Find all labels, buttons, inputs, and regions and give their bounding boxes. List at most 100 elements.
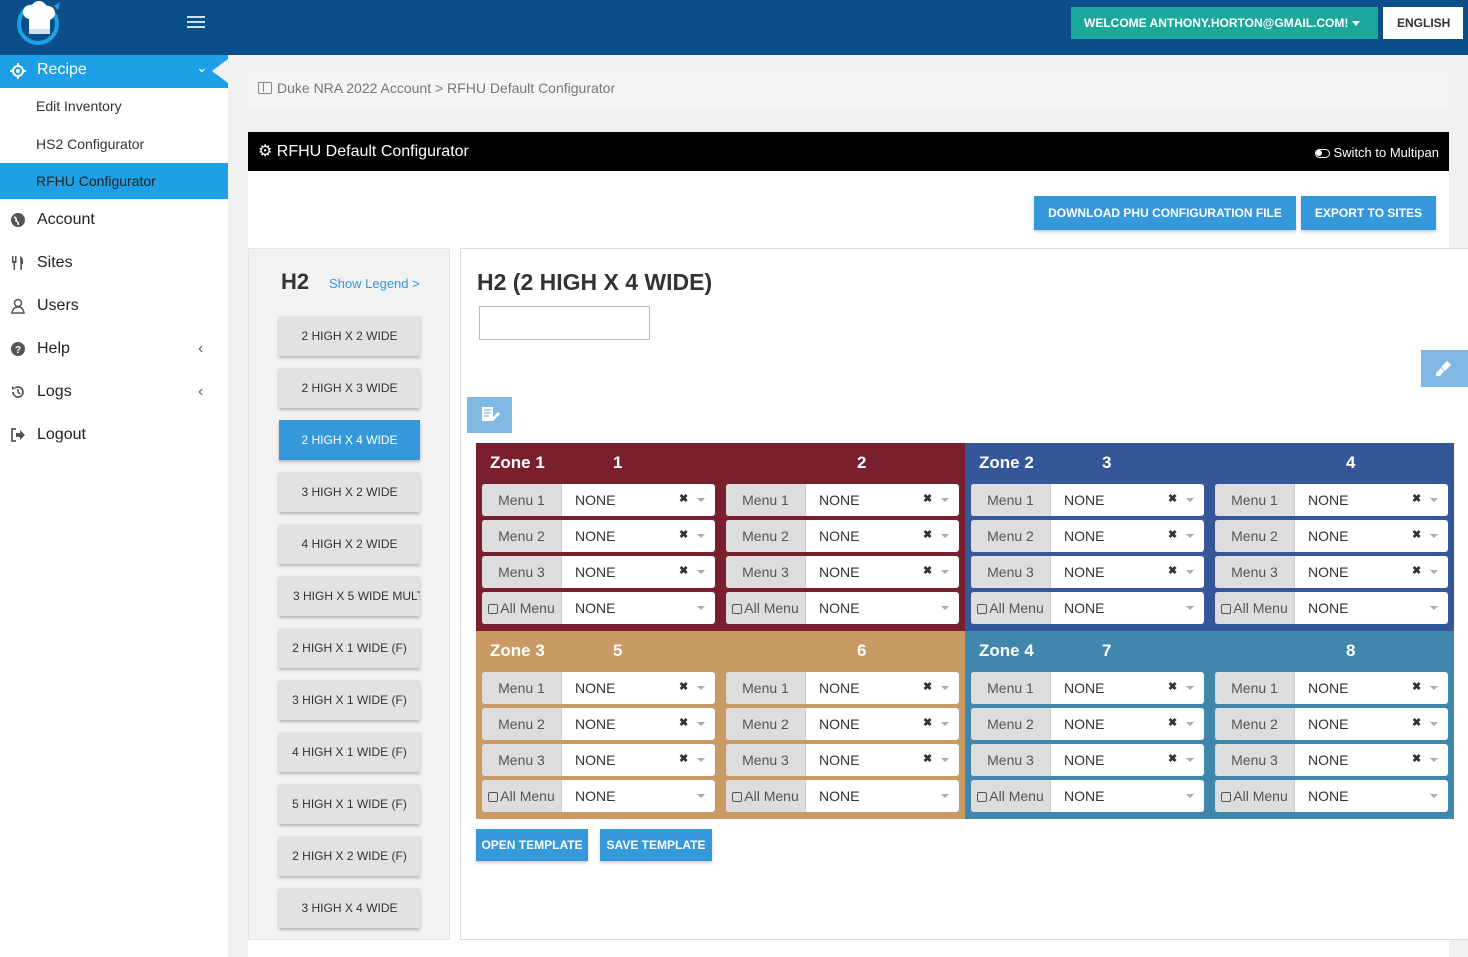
layout-button[interactable]: 3 HIGH X 2 WIDE [279,472,420,512]
layout-button[interactable]: 3 HIGH X 5 WIDE MULTI [279,576,420,616]
clear-selection-icon[interactable]: ✖ [923,680,935,694]
download-phu-config-button[interactable]: DOWNLOAD PHU CONFIGURATION FILE [1034,196,1296,230]
clear-selection-icon[interactable]: ✖ [1412,528,1424,542]
clear-selection-icon[interactable]: ✖ [1168,564,1180,578]
dropdown-arrow-icon[interactable] [697,686,705,690]
menu-select-value[interactable]: NONE [575,484,615,516]
menu-select-value[interactable]: NONE [575,556,615,588]
menu-select-value[interactable]: NONE [1308,672,1348,704]
clear-selection-icon[interactable]: ✖ [1412,752,1424,766]
menu-select-value[interactable]: NONE [575,672,615,704]
dropdown-arrow-icon[interactable] [697,606,705,610]
dropdown-arrow-icon[interactable] [1430,758,1438,762]
checkbox-icon[interactable] [488,604,499,614]
layout-button[interactable]: 3 HIGH X 4 WIDE [279,888,420,928]
clear-selection-icon[interactable]: ✖ [1168,752,1180,766]
clear-selection-icon[interactable]: ✖ [679,680,691,694]
menu-select-value[interactable]: NONE [1064,592,1104,624]
sidebar-item-account[interactable]: Account [0,200,228,240]
clear-selection-icon[interactable]: ✖ [1412,492,1424,506]
menu-select-value[interactable]: NONE [1064,520,1104,552]
layout-button[interactable]: 2 HIGH X 3 WIDE [279,368,420,408]
menu-select-value[interactable]: NONE [819,592,859,624]
dropdown-arrow-icon[interactable] [1186,498,1194,502]
clear-selection-icon[interactable]: ✖ [1412,564,1424,578]
chef-hat-logo[interactable] [12,0,68,50]
all-menu-checkbox-label[interactable]: All Menu [482,780,562,812]
menu-select-value[interactable]: NONE [575,780,615,812]
menu-select-value[interactable]: NONE [819,520,859,552]
menu-select-value[interactable]: NONE [819,780,859,812]
open-template-button[interactable]: OPEN TEMPLATE [476,829,588,861]
clear-selection-icon[interactable]: ✖ [923,528,935,542]
sidebar-item-recipe[interactable]: Recipe ⌄ [0,55,228,88]
all-menu-checkbox-label[interactable]: All Menu [726,592,806,624]
clear-selection-icon[interactable]: ✖ [923,752,935,766]
sidebar-subitem-edit-inventory[interactable]: Edit Inventory [0,88,228,124]
clear-selection-icon[interactable]: ✖ [1168,680,1180,694]
clear-selection-icon[interactable]: ✖ [679,716,691,730]
menu-select-value[interactable]: NONE [819,672,859,704]
user-welcome-dropdown[interactable]: WELCOME ANTHONY.HORTON@GMAIL.COM! [1071,7,1378,39]
edit-notes-button[interactable] [467,397,512,433]
checkbox-icon[interactable] [977,792,988,802]
layout-button[interactable]: 3 HIGH X 1 WIDE (F) [279,680,420,720]
checkbox-icon[interactable] [1221,604,1232,614]
all-menu-checkbox-label[interactable]: All Menu [1215,592,1295,624]
dropdown-arrow-icon[interactable] [1430,794,1438,798]
menu-select-value[interactable]: NONE [1308,556,1348,588]
dropdown-arrow-icon[interactable] [1430,686,1438,690]
dropdown-arrow-icon[interactable] [1186,722,1194,726]
switch-to-multipan-toggle[interactable]: Switch to Multipan [1314,132,1439,174]
clear-selection-icon[interactable]: ✖ [679,752,691,766]
dropdown-arrow-icon[interactable] [1430,534,1438,538]
sidebar-item-users[interactable]: Users [0,286,228,326]
clear-selection-icon[interactable]: ✖ [679,564,691,578]
menu-select-value[interactable]: NONE [1064,780,1104,812]
dropdown-arrow-icon[interactable] [1186,534,1194,538]
dropdown-arrow-icon[interactable] [1186,606,1194,610]
menu-select-value[interactable]: NONE [1308,592,1348,624]
all-menu-checkbox-label[interactable]: All Menu [971,780,1051,812]
dropdown-arrow-icon[interactable] [941,758,949,762]
dropdown-arrow-icon[interactable] [1186,686,1194,690]
clear-selection-icon[interactable]: ✖ [679,492,691,506]
menu-select-value[interactable]: NONE [1064,708,1104,740]
clear-selection-icon[interactable]: ✖ [1412,680,1424,694]
layout-button[interactable]: 2 HIGH X 2 WIDE (F) [279,836,420,876]
dropdown-arrow-icon[interactable] [697,570,705,574]
menu-select-value[interactable]: NONE [1308,708,1348,740]
clear-selection-icon[interactable]: ✖ [923,564,935,578]
dropdown-arrow-icon[interactable] [941,570,949,574]
dropdown-arrow-icon[interactable] [941,606,949,610]
save-template-button[interactable]: SAVE TEMPLATE [600,829,712,861]
clear-selection-icon[interactable]: ✖ [679,528,691,542]
sidebar-item-logs[interactable]: Logs ‹ [0,372,228,412]
dropdown-arrow-icon[interactable] [697,758,705,762]
menu-select-value[interactable]: NONE [1308,484,1348,516]
layout-button[interactable]: 2 HIGH X 1 WIDE (F) [279,628,420,668]
menu-select-value[interactable]: NONE [1308,744,1348,776]
dropdown-arrow-icon[interactable] [941,534,949,538]
clear-selection-icon[interactable]: ✖ [1168,492,1180,506]
dropdown-arrow-icon[interactable] [1186,570,1194,574]
clear-selection-icon[interactable]: ✖ [1168,716,1180,730]
sidebar-subitem-rfhu-configurator[interactable]: RFHU Configurator [0,163,228,199]
sidebar-item-sites[interactable]: Sites [0,243,228,283]
sidebar-item-help[interactable]: ? Help ‹ [0,329,228,369]
export-to-sites-button[interactable]: EXPORT TO SITES [1301,196,1436,230]
menu-select-value[interactable]: NONE [1064,484,1104,516]
breadcrumb-text[interactable]: Duke NRA 2022 Account > RFHU Default Con… [277,80,615,96]
menu-select-value[interactable]: NONE [575,592,615,624]
configuration-name-input[interactable] [479,306,650,340]
dropdown-arrow-icon[interactable] [941,498,949,502]
all-menu-checkbox-label[interactable]: All Menu [726,780,806,812]
dropdown-arrow-icon[interactable] [697,722,705,726]
menu-select-value[interactable]: NONE [1308,780,1348,812]
language-dropdown[interactable]: ENGLISH [1383,7,1463,39]
dropdown-arrow-icon[interactable] [1186,758,1194,762]
dropdown-arrow-icon[interactable] [941,722,949,726]
menu-select-value[interactable]: NONE [1064,672,1104,704]
menu-select-value[interactable]: NONE [1308,520,1348,552]
dropdown-arrow-icon[interactable] [697,794,705,798]
